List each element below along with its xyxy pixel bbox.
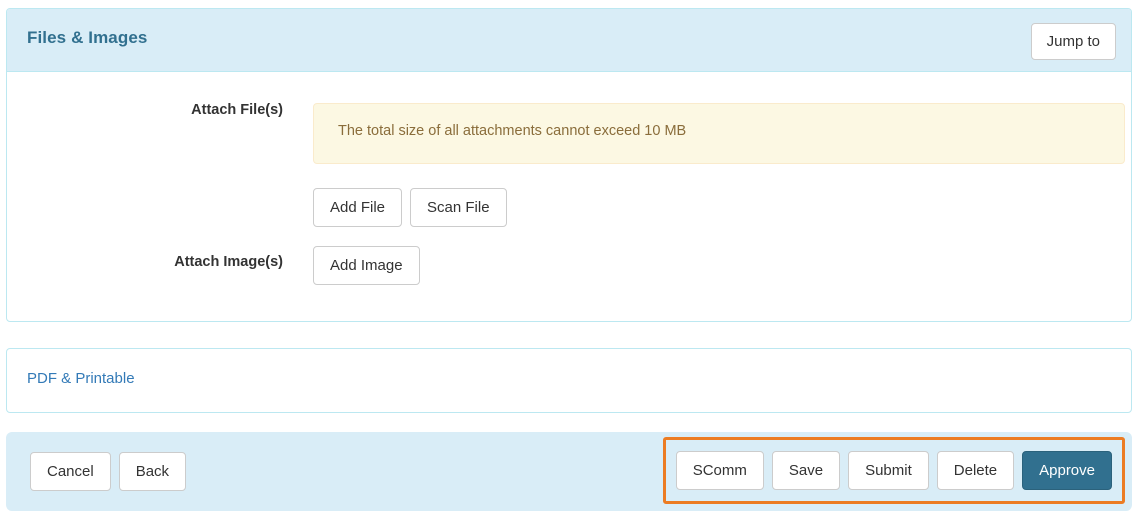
approve-button[interactable]: Approve [1022,451,1112,490]
image-buttons-row: Add Image [313,246,420,285]
primary-actions-highlight-box: SComm Save Submit Delete Approve [662,437,1125,504]
pdf-and-printable-panel: PDF & Printable [6,348,1132,413]
footer-action-bar: Cancel Back SComm Save Submit Delete App… [6,432,1132,511]
pdf-and-printable-link[interactable]: PDF & Printable [27,370,135,387]
attachment-size-alert: The total size of all attachments cannot… [313,103,1125,164]
cancel-button[interactable]: Cancel [30,452,111,491]
page-root: Files & Images Jump to Attach File(s) Th… [0,0,1138,520]
jump-to-button[interactable]: Jump to [1030,23,1116,60]
files-and-images-panel: Files & Images Jump to Attach File(s) Th… [6,8,1132,322]
page-title: Files & Images [27,28,148,47]
add-file-button[interactable]: Add File [313,188,403,227]
footer-left-buttons: Cancel Back [30,452,187,491]
add-image-button[interactable]: Add Image [313,246,420,285]
scan-file-button[interactable]: Scan File [410,188,507,227]
panel-header: Files & Images Jump to [7,9,1131,72]
attach-images-label: Attach Image(s) [174,254,283,270]
delete-button[interactable]: Delete [936,451,1015,490]
save-button[interactable]: Save [771,451,841,490]
submit-button[interactable]: Submit [848,451,929,490]
file-buttons-row: Add File Scan File [313,188,507,227]
attach-files-label: Attach File(s) [191,102,283,118]
back-button[interactable]: Back [118,452,187,491]
scomm-button[interactable]: SComm [675,451,764,490]
panel-body: Attach File(s) The total size of all att… [7,72,1131,321]
